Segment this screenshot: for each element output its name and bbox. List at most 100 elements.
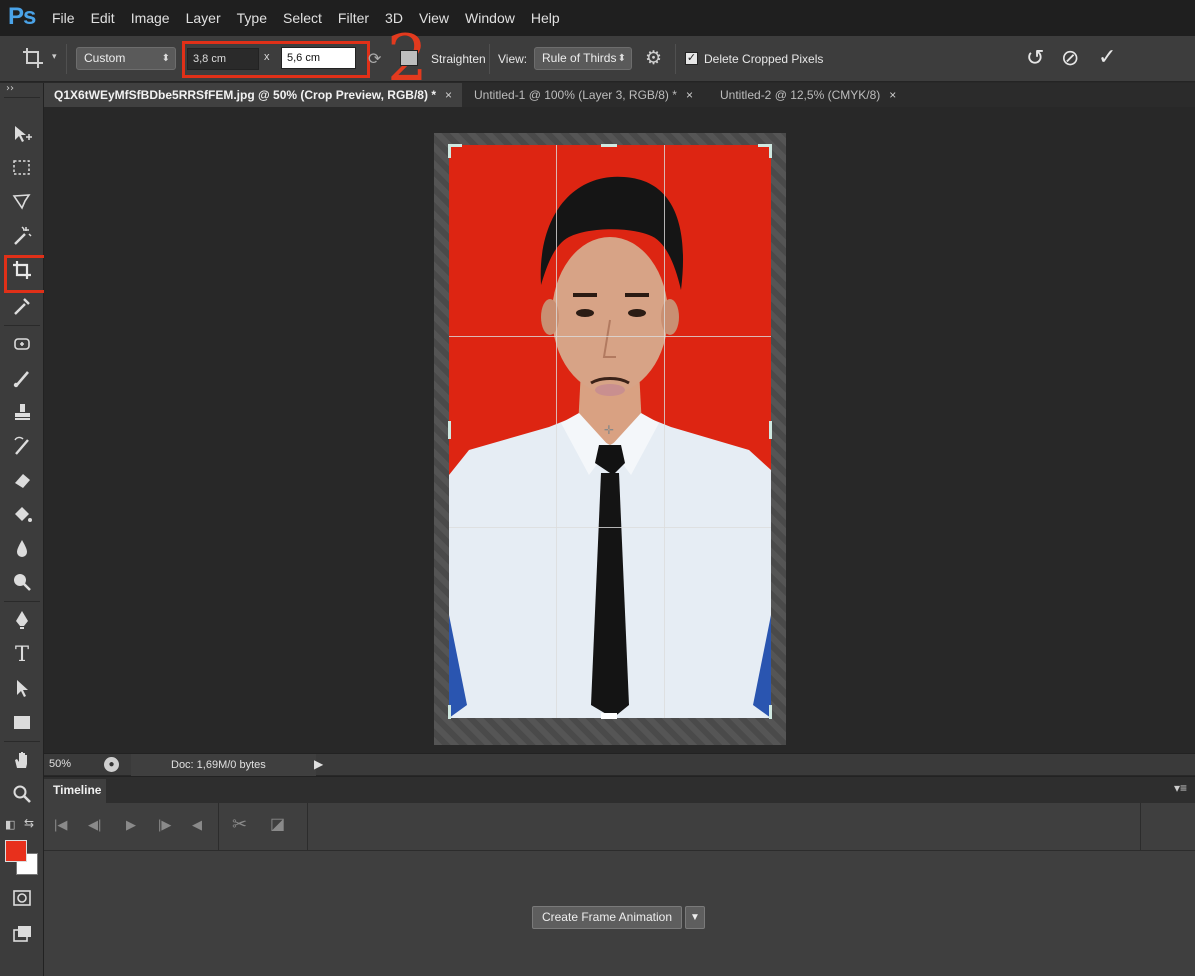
foreground-color-swatch[interactable] — [5, 840, 27, 862]
crop-handle-bottom[interactable] — [601, 713, 617, 719]
hand-tool-icon[interactable] — [6, 745, 38, 775]
timeline-controls: |◀ ◀| ▶ |▶ ◀ ✂ ◪ — [44, 803, 1195, 851]
crop-handle-bottom-left[interactable] — [448, 705, 451, 719]
menu-image[interactable]: Image — [123, 10, 178, 26]
preset-picker-arrow-icon[interactable]: ▾ — [52, 51, 57, 62]
status-bar: 50% ● Doc: 1,69M/0 bytes ▶ — [44, 753, 1195, 776]
crop-handle-left[interactable] — [448, 421, 451, 439]
healing-brush-tool-icon[interactable] — [6, 329, 38, 359]
divider — [307, 803, 308, 851]
screen-mode-icon[interactable] — [6, 919, 38, 949]
swap-colors-icon[interactable]: ⇆ — [24, 816, 34, 830]
ratio-preset-dropdown[interactable]: Custom ⬍ — [76, 47, 176, 70]
crop-handle-right[interactable] — [769, 421, 772, 439]
delete-cropped-label: Delete Cropped Pixels — [704, 52, 824, 66]
zoom-tool-icon[interactable] — [6, 779, 38, 809]
previous-frame-icon[interactable]: ◀| — [88, 817, 101, 833]
menu-layer[interactable]: Layer — [178, 10, 229, 26]
clone-stamp-tool-icon[interactable] — [6, 397, 38, 427]
thirds-gridline-vertical — [664, 145, 665, 718]
document-tab-bar: Q1X6tWEyMfSfBDbe5RRSfFEM.jpg @ 50% (Crop… — [44, 83, 1195, 107]
cancel-icon[interactable]: ⊘ — [1061, 45, 1079, 71]
delete-cropped-checkbox[interactable]: ✓ — [685, 52, 698, 65]
timeline-panel: Timeline ▾≡ |◀ ◀| ▶ |▶ ◀ ✂ ◪ Create Fram… — [44, 776, 1195, 976]
menu-filter[interactable]: Filter — [330, 10, 377, 26]
commit-check-icon[interactable]: ✓ — [1098, 44, 1116, 70]
swap-dimensions-icon[interactable]: ⟳ — [368, 49, 381, 69]
updown-arrow-icon: ⬍ — [161, 53, 170, 64]
status-info-icon[interactable]: ● — [104, 757, 119, 772]
eyedropper-tool-icon[interactable] — [6, 291, 38, 321]
divider — [4, 325, 40, 326]
thirds-gridline-vertical — [556, 145, 557, 718]
tab-document-1[interactable]: Q1X6tWEyMfSfBDbe5RRSfFEM.jpg @ 50% (Crop… — [44, 83, 462, 107]
pen-tool-icon[interactable] — [6, 605, 38, 635]
divider — [218, 803, 219, 851]
menu-edit[interactable]: Edit — [83, 10, 123, 26]
overlay-view-value: Rule of Thirds — [542, 51, 617, 65]
scissors-icon[interactable]: ✂ — [232, 814, 247, 835]
divider — [489, 44, 490, 74]
crop-frame[interactable]: ✛ — [434, 133, 786, 745]
crop-handle-bottom-right[interactable] — [769, 705, 772, 719]
close-icon[interactable]: × — [889, 88, 896, 102]
overlay-view-dropdown[interactable]: Rule of Thirds ⬍ — [534, 47, 632, 70]
eraser-tool-icon[interactable] — [6, 465, 38, 495]
tab-timeline[interactable]: Timeline — [44, 779, 106, 803]
create-frame-animation-button[interactable]: Create Frame Animation — [532, 906, 682, 929]
magic-wand-tool-icon[interactable] — [6, 221, 38, 251]
divider — [4, 741, 40, 742]
marquee-tool-icon[interactable] — [6, 153, 38, 183]
paint-bucket-tool-icon[interactable] — [6, 499, 38, 529]
crop-tool-preset-icon[interactable] — [22, 47, 44, 72]
transition-icon[interactable]: ◪ — [270, 814, 285, 834]
divider — [4, 97, 40, 98]
menu-select[interactable]: Select — [275, 10, 330, 26]
tab-document-3[interactable]: Untitled-2 @ 12,5% (CMYK/8) × — [710, 83, 906, 107]
divider — [675, 44, 676, 74]
brush-tool-icon[interactable] — [6, 363, 38, 393]
quick-mask-icon[interactable] — [6, 883, 38, 913]
divider — [66, 44, 67, 74]
blur-tool-icon[interactable] — [6, 533, 38, 563]
next-frame-icon[interactable]: |▶ — [158, 817, 171, 833]
rectangle-tool-icon[interactable] — [6, 707, 38, 737]
status-menu-arrow-icon[interactable]: ▶ — [314, 757, 323, 771]
move-tool-icon[interactable] — [6, 119, 38, 149]
type-tool-icon[interactable]: T — [6, 639, 38, 669]
straighten-icon[interactable] — [400, 50, 418, 66]
lasso-tool-icon[interactable] — [6, 187, 38, 217]
crop-handle-top[interactable] — [601, 144, 617, 147]
default-colors-icon[interactable]: ◧ — [5, 818, 15, 831]
tab-document-2[interactable]: Untitled-1 @ 100% (Layer 3, RGB/8) * × — [464, 83, 703, 107]
close-icon[interactable]: × — [445, 88, 452, 102]
ratio-preset-value: Custom — [84, 51, 126, 65]
menu-file[interactable]: File — [44, 10, 83, 26]
crop-handle-top-left[interactable] — [448, 144, 451, 158]
path-selection-tool-icon[interactable] — [6, 673, 38, 703]
crop-handle-top-right[interactable] — [769, 144, 772, 158]
highlight-box-dimensions — [182, 41, 370, 78]
menu-type[interactable]: Type — [229, 10, 275, 26]
document-canvas[interactable]: ✛ — [44, 107, 1195, 753]
view-label: View: — [498, 52, 528, 66]
menu-help[interactable]: Help — [523, 10, 568, 26]
zoom-level[interactable]: 50% — [49, 758, 71, 770]
menu-window[interactable]: Window — [457, 10, 523, 26]
gear-icon[interactable]: ⚙ — [645, 47, 662, 70]
close-icon[interactable]: × — [686, 88, 693, 102]
panel-menu-icon[interactable]: ▾≡ — [1174, 781, 1187, 795]
create-animation-dropdown-icon[interactable]: ▼ — [685, 906, 705, 929]
dodge-tool-icon[interactable] — [6, 567, 38, 597]
tab-label: Q1X6tWEyMfSfBDbe5RRSfFEM.jpg @ 50% (Crop… — [54, 88, 436, 102]
collapse-panel-icon[interactable]: ›› — [6, 83, 14, 94]
crop-center-crosshair-icon: ✛ — [604, 423, 615, 437]
first-frame-icon[interactable]: |◀ — [54, 817, 67, 833]
audio-icon[interactable]: ◀ — [192, 817, 202, 833]
divider — [1140, 803, 1141, 851]
updown-arrow-icon: ⬍ — [617, 53, 626, 64]
straighten-label[interactable]: Straighten — [431, 52, 486, 66]
history-brush-tool-icon[interactable] — [6, 431, 38, 461]
play-icon[interactable]: ▶ — [126, 817, 136, 833]
reset-icon[interactable]: ↺ — [1026, 45, 1044, 71]
